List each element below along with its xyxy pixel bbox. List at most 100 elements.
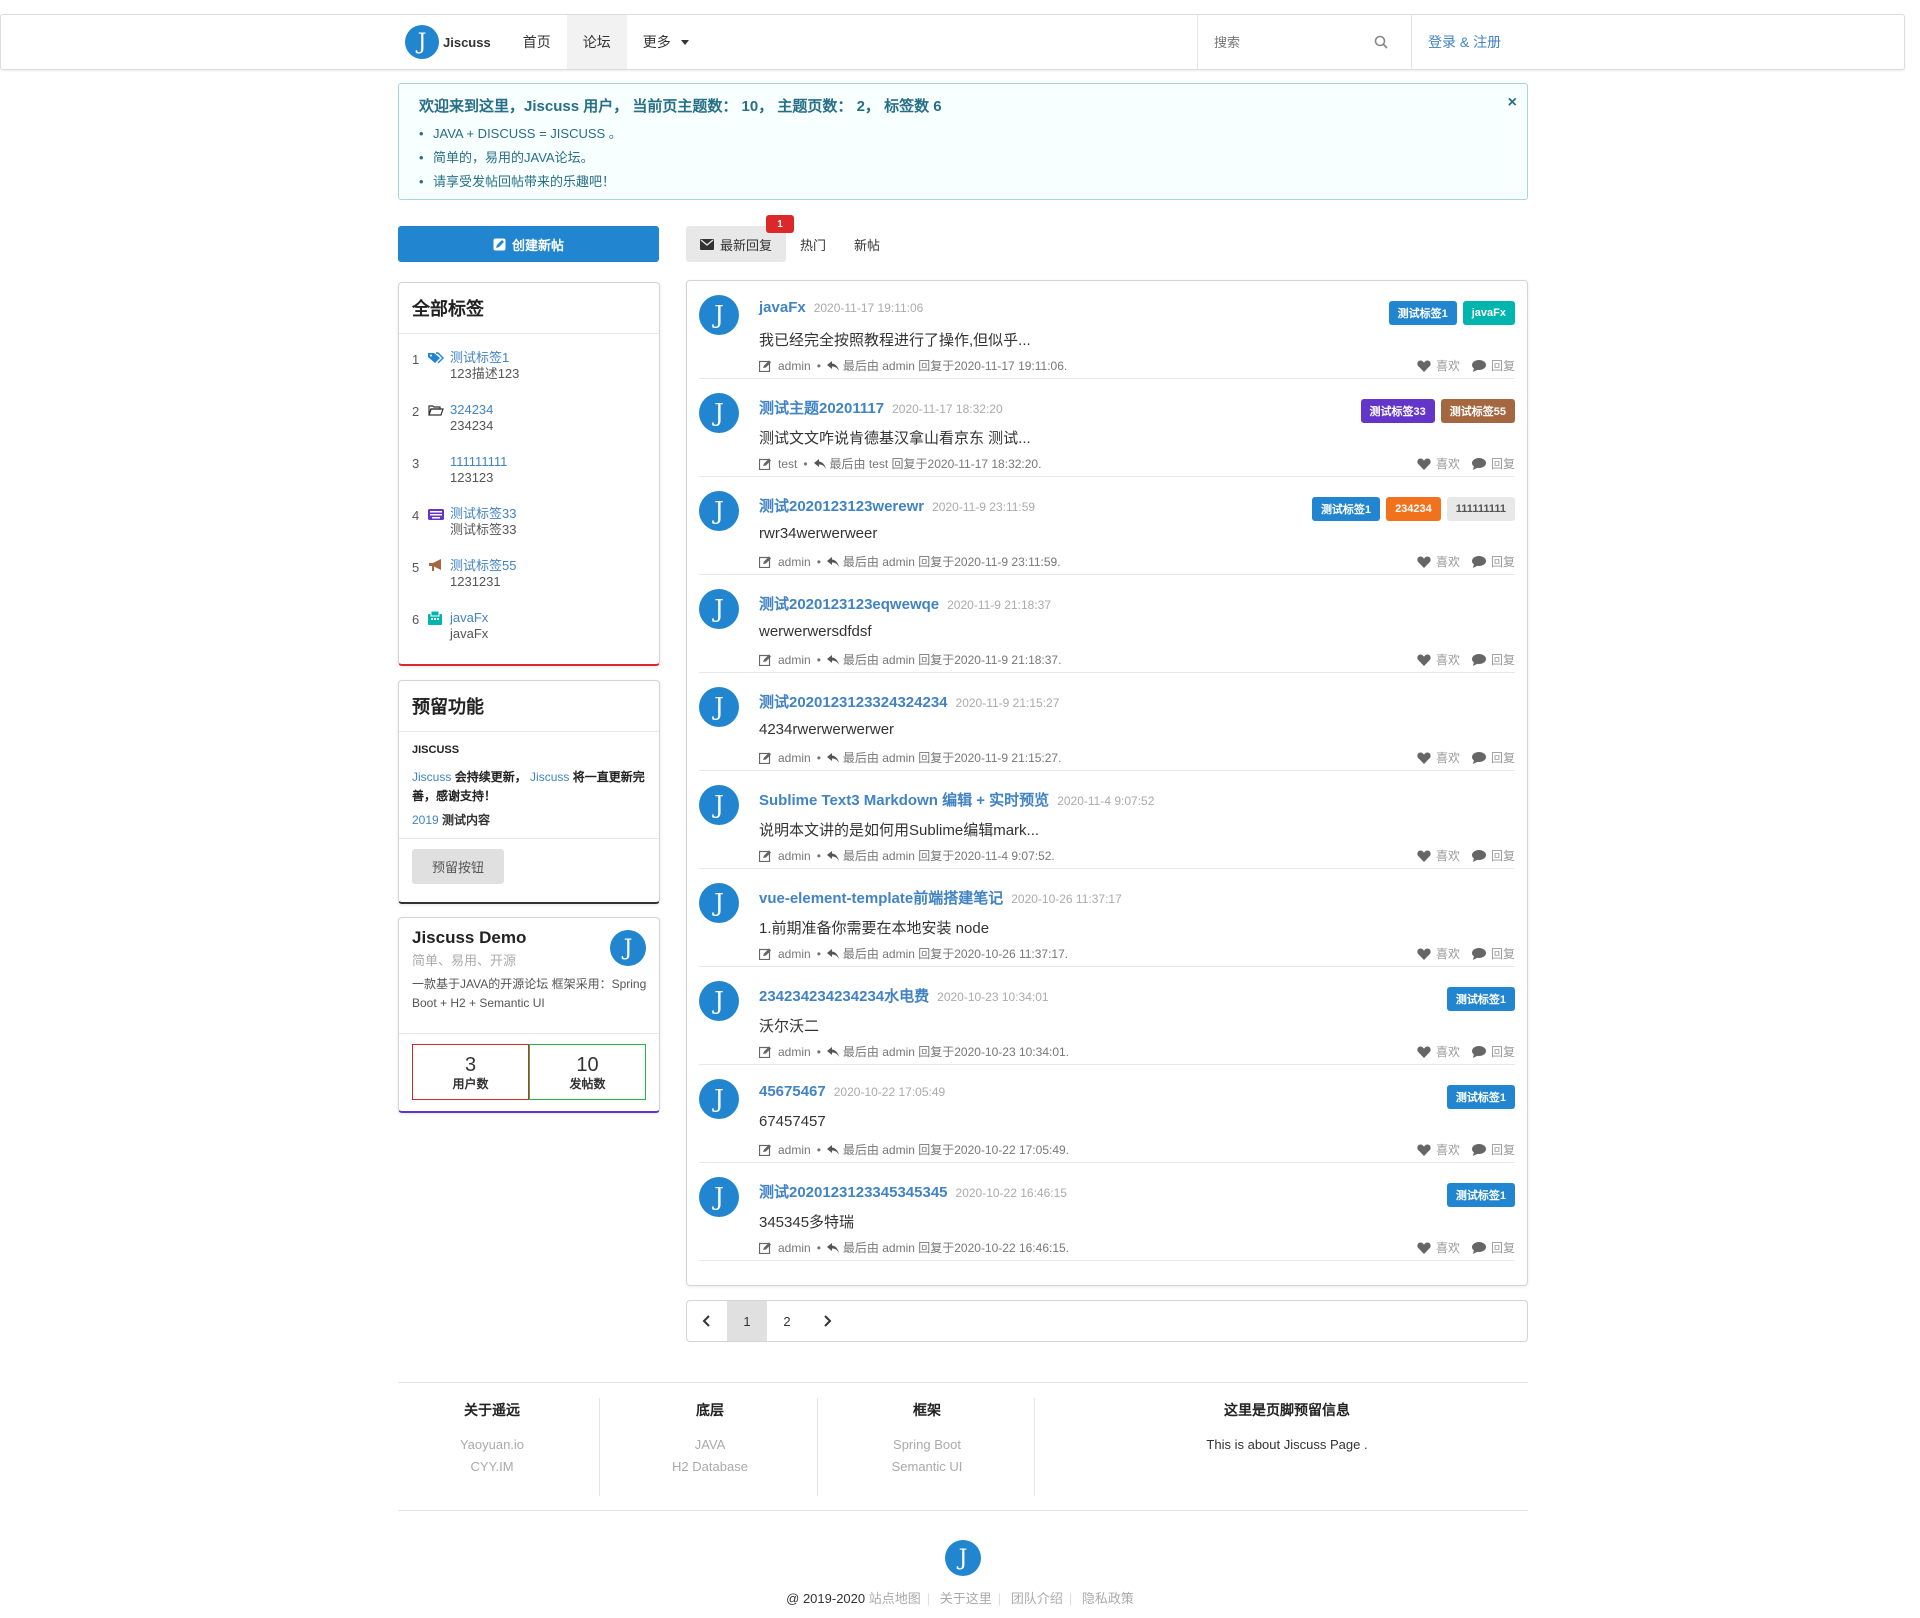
post-title[interactable]: 测试2020123123werewr 2020-11-9 23:11:59 — [759, 495, 1035, 516]
tab-new[interactable]: 新帖 — [840, 226, 894, 262]
post-title[interactable]: javaFx 2020-11-17 19:11:06 — [759, 299, 923, 316]
post-title[interactable]: 测试2020123123324324234 2020-11-9 21:15:27 — [759, 691, 1059, 712]
post-author[interactable]: admin — [778, 653, 811, 667]
prev-page-icon[interactable] — [687, 1301, 727, 1341]
post-tag[interactable]: 测试标签1 — [1446, 1085, 1515, 1109]
reserved-link[interactable]: Jiscuss — [530, 770, 569, 784]
tab-latest-reply[interactable]: 最新回复 1 — [686, 215, 795, 262]
tag-name[interactable]: 测试标签33 — [450, 506, 516, 522]
tag-name[interactable]: 324234 — [450, 402, 493, 418]
nav-home[interactable]: 首页 — [507, 15, 567, 69]
post-tag[interactable]: 234234 — [1386, 497, 1441, 521]
footer-privacy-link[interactable]: 隐私政策 — [1082, 1591, 1134, 1606]
user-avatar[interactable]: J — [699, 295, 739, 335]
page-1[interactable]: 1 — [727, 1301, 767, 1341]
reply-button[interactable]: 回复 — [1471, 553, 1515, 570]
post-title-text[interactable]: 测试2020123123eqwewqe — [759, 596, 939, 613]
reply-button[interactable]: 回复 — [1471, 1043, 1515, 1060]
post-title-text[interactable]: Sublime Text3 Markdown 编辑 + 实时预览 — [759, 792, 1049, 809]
user-avatar[interactable]: J — [699, 491, 739, 531]
reply-button[interactable]: 回复 — [1471, 455, 1515, 472]
post-tag[interactable]: 测试标签1 — [1311, 497, 1381, 521]
reply-button[interactable]: 回复 — [1471, 1141, 1515, 1158]
tag-item[interactable]: 1 测试标签1 123描述123 — [399, 338, 659, 390]
like-button[interactable]: 喜欢 — [1417, 553, 1460, 570]
post-title-text[interactable]: 234234234234234水电费 — [759, 988, 929, 1005]
post-title-text[interactable]: 测试2020123123345345345 — [759, 1184, 948, 1201]
footer-link[interactable]: Semantic UI — [855, 1456, 999, 1478]
footer-link[interactable]: Yaoyuan.io — [420, 1434, 564, 1456]
login-register-link[interactable]: 登录 & 注册 — [1411, 15, 1517, 69]
nav-more-dropdown[interactable]: 更多 — [627, 15, 705, 69]
user-avatar[interactable]: J — [699, 589, 739, 629]
like-button[interactable]: 喜欢 — [1417, 945, 1460, 962]
post-tag[interactable]: 测试标签1 — [1446, 1183, 1515, 1207]
close-icon[interactable]: × — [1508, 94, 1517, 112]
post-title[interactable]: Sublime Text3 Markdown 编辑 + 实时预览 2020-11-… — [759, 789, 1154, 810]
post-title[interactable]: vue-element-template前端搭建笔记 2020-10-26 11:… — [759, 887, 1122, 908]
post-title-text[interactable]: 测试2020123123werewr — [759, 498, 924, 515]
post-tag[interactable]: 测试标签33 — [1360, 399, 1435, 423]
reserved-button[interactable]: 预留按钮 — [412, 849, 505, 884]
post-tag[interactable]: 测试标签1 — [1388, 301, 1457, 325]
create-post-button[interactable]: 创建新帖 — [398, 226, 659, 262]
footer-link[interactable]: JAVA — [638, 1434, 782, 1456]
like-button[interactable]: 喜欢 — [1417, 455, 1460, 472]
reply-button[interactable]: 回复 — [1471, 945, 1515, 962]
post-author[interactable]: admin — [778, 555, 811, 569]
post-tag[interactable]: 111111111 — [1446, 497, 1515, 521]
user-avatar[interactable]: J — [699, 687, 739, 727]
like-button[interactable]: 喜欢 — [1417, 847, 1460, 864]
like-button[interactable]: 喜欢 — [1417, 749, 1460, 766]
like-button[interactable]: 喜欢 — [1417, 1239, 1460, 1256]
post-title[interactable]: 测试2020123123345345345 2020-10-22 16:46:15 — [759, 1181, 1067, 1202]
post-title[interactable]: 测试2020123123eqwewqe 2020-11-9 21:18:37 — [759, 593, 1051, 614]
search-input[interactable] — [1214, 34, 1374, 50]
post-tag[interactable]: javaFx — [1462, 301, 1515, 325]
tag-item[interactable]: 5 测试标签55 1231231 — [399, 546, 659, 598]
post-author[interactable]: admin — [778, 359, 811, 373]
like-button[interactable]: 喜欢 — [1417, 357, 1460, 374]
user-avatar[interactable]: J — [699, 1177, 739, 1217]
post-author[interactable]: admin — [778, 1143, 811, 1157]
footer-sitemap-link[interactable]: 站点地图 — [869, 1591, 921, 1606]
post-tag[interactable]: 测试标签55 — [1440, 399, 1515, 423]
post-title-text[interactable]: javaFx — [759, 299, 806, 316]
search-icon[interactable] — [1374, 35, 1388, 49]
post-author[interactable]: admin — [778, 1241, 811, 1255]
post-author[interactable]: admin — [778, 849, 811, 863]
tab-hot[interactable]: 热门 — [786, 226, 840, 262]
user-avatar[interactable]: J — [699, 393, 739, 433]
footer-link[interactable]: CYY.IM — [420, 1456, 564, 1478]
footer-about-link[interactable]: 关于这里 — [940, 1591, 992, 1606]
like-button[interactable]: 喜欢 — [1417, 1043, 1460, 1060]
tag-item[interactable]: 3 111111111 123123 — [399, 442, 659, 494]
tag-item[interactable]: 2 324234 234234 — [399, 390, 659, 442]
user-avatar[interactable]: J — [699, 785, 739, 825]
like-button[interactable]: 喜欢 — [1417, 651, 1460, 668]
next-page-icon[interactable] — [807, 1301, 847, 1341]
post-author[interactable]: test — [778, 457, 797, 471]
nav-forum[interactable]: 论坛 — [566, 15, 627, 69]
tag-name[interactable]: javaFx — [450, 610, 488, 626]
post-title-text[interactable]: vue-element-template前端搭建笔记 — [759, 890, 1003, 907]
post-title-text[interactable]: 测试2020123123324324234 — [759, 694, 948, 711]
post-author[interactable]: admin — [778, 751, 811, 765]
page-2[interactable]: 2 — [767, 1301, 807, 1341]
reserved-year-link[interactable]: 2019 — [412, 813, 439, 827]
post-title-text[interactable]: 45675467 — [759, 1083, 826, 1100]
post-title[interactable]: 45675467 2020-10-22 17:05:49 — [759, 1083, 945, 1100]
post-title[interactable]: 234234234234234水电费 2020-10-23 10:34:01 — [759, 985, 1049, 1006]
post-title-text[interactable]: 测试主题20201117 — [759, 400, 884, 417]
footer-link[interactable]: Spring Boot — [855, 1434, 999, 1456]
reply-button[interactable]: 回复 — [1471, 749, 1515, 766]
tag-name[interactable]: 测试标签55 — [450, 558, 516, 574]
user-avatar[interactable]: J — [699, 883, 739, 923]
footer-team-link[interactable]: 团队介绍 — [1011, 1591, 1063, 1606]
post-title[interactable]: 测试主题20201117 2020-11-17 18:32:20 — [759, 397, 1003, 418]
tag-item[interactable]: 4 测试标签33 测试标签33 — [399, 494, 659, 546]
post-author[interactable]: admin — [778, 947, 811, 961]
user-avatar[interactable]: J — [699, 1079, 739, 1119]
tag-name[interactable]: 测试标签1 — [450, 350, 519, 366]
reply-button[interactable]: 回复 — [1471, 651, 1515, 668]
